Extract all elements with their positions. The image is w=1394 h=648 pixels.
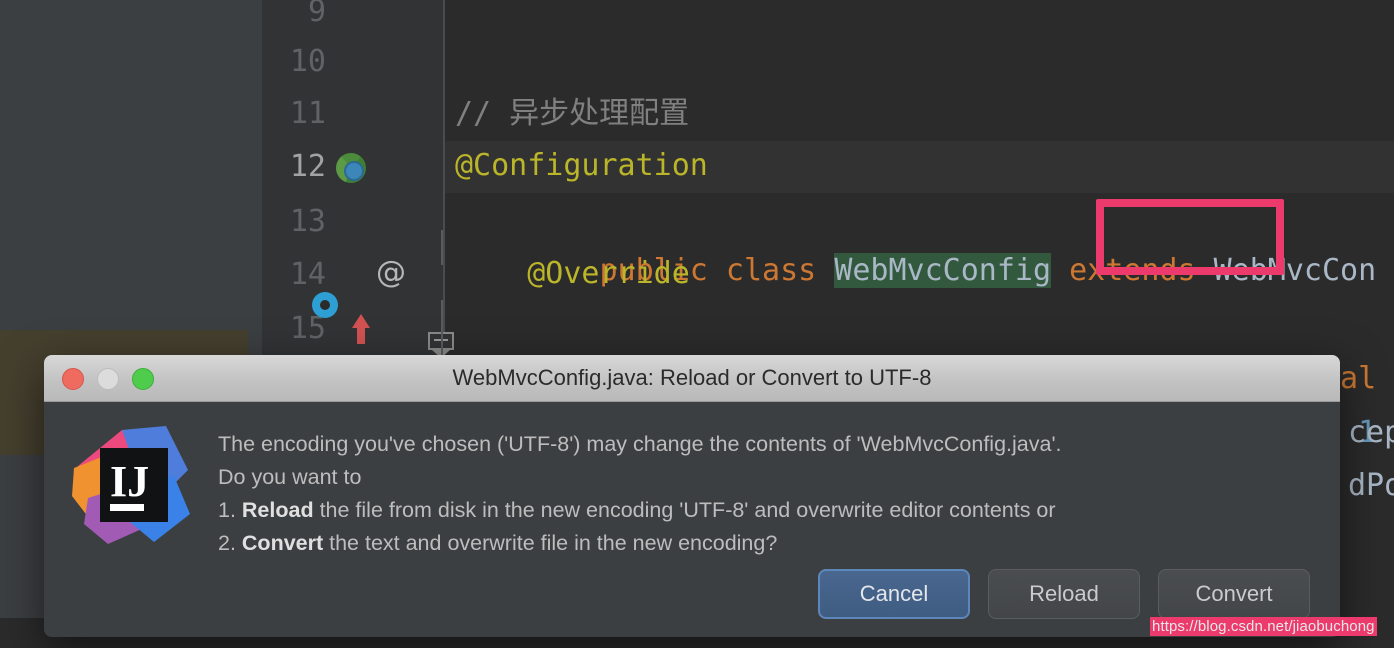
close-icon[interactable]	[62, 367, 84, 390]
option-2-action: Convert	[241, 531, 324, 555]
message-line-1: The encoding you've chosen ('UTF-8') may…	[218, 432, 1062, 456]
dialog-titlebar[interactable]: WebMvcConfig.java: Reload or Convert to …	[44, 355, 1340, 402]
option-2-number: 2.	[218, 531, 242, 555]
window-controls[interactable]	[62, 355, 154, 402]
line-number-9: 9	[307, 0, 326, 29]
cancel-button[interactable]: Cancel	[818, 569, 970, 619]
watermark: https://blog.csdn.net/jiaobuchong	[1150, 617, 1377, 636]
message-line-2: Do you want to	[218, 465, 362, 489]
option-1-text: the file from disk in the new encoding '…	[313, 498, 1056, 522]
code-line-11: @Configuration	[0, 88, 1394, 183]
encoding-dialog[interactable]: WebMvcConfig.java: Reload or Convert to …	[44, 355, 1340, 637]
message-option-1: 1. Reload the file from disk in the new …	[218, 494, 1314, 527]
code-line-13: @Override	[0, 196, 1394, 291]
code-token: dPo	[1348, 468, 1394, 503]
option-2-text: the text and overwrite file in the new e…	[323, 531, 778, 555]
code-line-14: public void configureAsyncSupport(final	[0, 249, 1394, 396]
dialog-title: WebMvcConfig.java: Reload or Convert to …	[452, 365, 932, 390]
minimize-icon[interactable]	[97, 367, 119, 390]
dialog-message: The encoding you've chosen ('UTF-8') may…	[218, 424, 1314, 560]
reload-button[interactable]: Reload	[988, 569, 1140, 619]
intellij-idea-logo: IJ	[70, 424, 192, 546]
option-1-number: 1.	[218, 498, 242, 522]
svg-text:IJ: IJ	[110, 457, 149, 506]
option-1-action: Reload	[241, 498, 314, 522]
screenshot-root: 9 10 11 12 13 14 15 21 @ // 异步处理配置 @Conf…	[0, 0, 1394, 648]
code-line-10: // 异步处理配置	[0, 36, 1394, 131]
dialog-button-row: Cancel Reload Convert	[818, 569, 1310, 619]
zoom-icon[interactable]	[132, 367, 154, 390]
code-line-15: configurer.setDefaultTimeout(60 * 1	[0, 303, 1394, 450]
convert-button[interactable]: Convert	[1158, 569, 1310, 619]
code-line-12: public class WebMvcConfig extends WebMvc…	[0, 141, 1394, 288]
dialog-body: IJ The encoding you've chosen ('UTF-8') …	[44, 402, 1340, 637]
message-option-2: 2. Convert the text and overwrite file i…	[218, 527, 1314, 560]
